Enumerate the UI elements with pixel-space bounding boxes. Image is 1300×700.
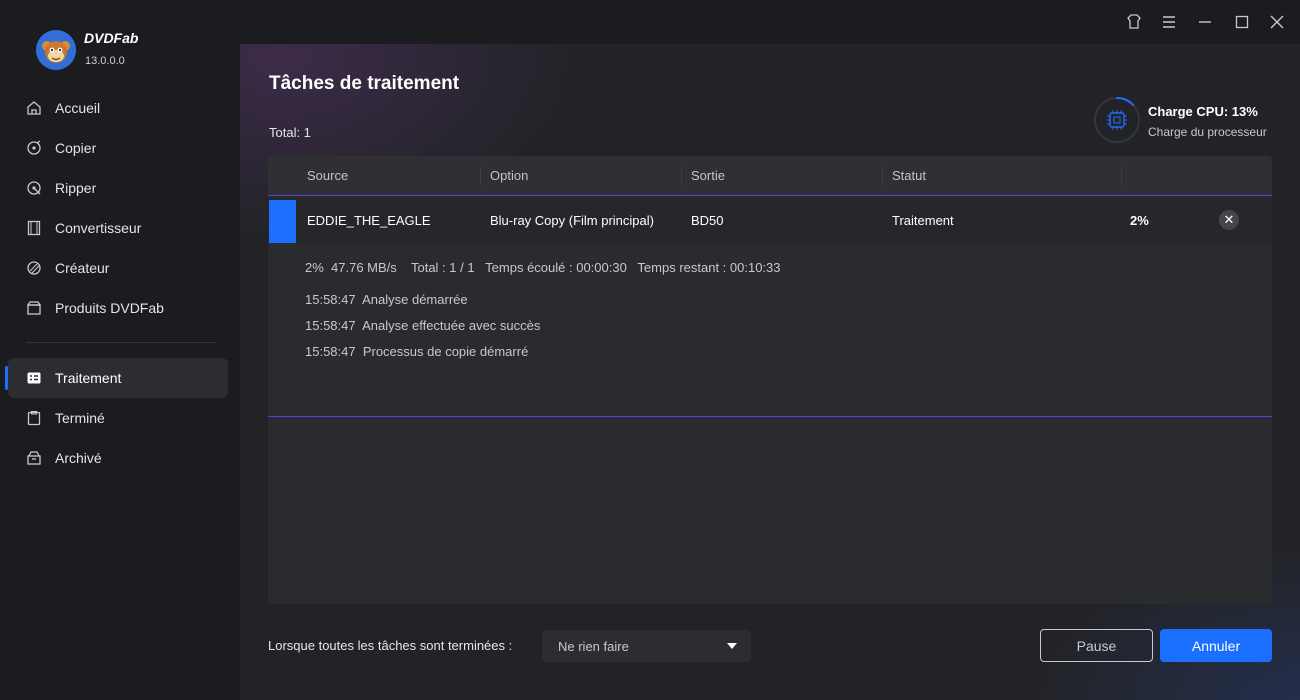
table-row[interactable]: EDDIE_THE_EAGLE Blu-ray Copy (Film princ…: [268, 197, 1272, 243]
sidebar-item-produits-dvdfab[interactable]: Produits DVDFab: [8, 288, 228, 328]
remove-task-button[interactable]: ✕: [1219, 210, 1239, 230]
row-output: BD50: [691, 213, 724, 228]
sidebar-item-label: Traitement: [55, 370, 122, 386]
minimize-icon[interactable]: [1196, 13, 1214, 31]
home-icon: [27, 101, 41, 115]
column-header-output[interactable]: Sortie: [691, 168, 725, 183]
caret-down-icon: [727, 643, 737, 649]
log-line: 15:58:47 Analyse effectuée avec succès: [305, 318, 541, 333]
column-header-status[interactable]: Statut: [892, 168, 926, 183]
task-stats: 2% 47.76 MB/s Total : 1 / 1 Temps écoulé…: [305, 260, 781, 275]
app-window: DVDFab 13.0.0.0 Accueil Copier Ripper Co…: [0, 0, 1300, 700]
ripper-icon: [27, 181, 41, 195]
done-icon: [27, 410, 41, 426]
close-x-icon: ✕: [1223, 212, 1235, 227]
sidebar-item-label: Copier: [55, 140, 97, 156]
sidebar-item-convertisseur[interactable]: Convertisseur: [8, 208, 228, 248]
skin-icon[interactable]: [1125, 13, 1143, 31]
cpu-load-label: Charge CPU: 13%: [1148, 104, 1258, 119]
column-divider: [480, 166, 481, 186]
task-total: Total: 1: [269, 125, 311, 140]
column-divider: [681, 166, 682, 186]
row-option: Blu-ray Copy (Film principal): [490, 213, 654, 228]
sidebar-item-archive[interactable]: Archivé: [8, 438, 228, 478]
page-title: Tâches de traitement: [269, 73, 460, 94]
copy-icon: [27, 140, 41, 155]
main-panel: Tâches de traitement Total: 1 Charge CPU…: [240, 44, 1300, 700]
sidebar-item-label: Créateur: [55, 260, 110, 276]
sidebar-item-label: Terminé: [55, 410, 105, 426]
cpu-load-ring: [1094, 97, 1140, 143]
sidebar-item-termine[interactable]: Terminé: [8, 398, 228, 438]
row-selection-marker: [269, 200, 296, 243]
column-divider: [1121, 166, 1122, 186]
archive-icon: [27, 451, 41, 465]
log-line: 15:58:47 Analyse démarrée: [305, 292, 468, 307]
task-details: 2% 47.76 MB/s Total : 1 / 1 Temps écoulé…: [268, 243, 1272, 417]
app-version: 13.0.0.0: [85, 55, 125, 67]
products-icon: [26, 301, 42, 315]
processing-icon: [27, 372, 41, 384]
cpu-load-subtitle: Charge du processeur: [1148, 125, 1267, 139]
task-table: Source Option Sortie Statut EDDIE_THE_EA…: [268, 156, 1272, 604]
creator-icon: [27, 261, 41, 275]
maximize-icon[interactable]: [1233, 13, 1251, 31]
sidebar-item-copier[interactable]: Copier: [8, 128, 228, 168]
sidebar-item-label: Convertisseur: [55, 220, 142, 236]
sidebar-item-label: Ripper: [55, 180, 97, 196]
table-header: Source Option Sortie Statut: [268, 156, 1272, 196]
close-icon[interactable]: [1268, 13, 1286, 31]
sidebar: DVDFab 13.0.0.0 Accueil Copier Ripper Co…: [0, 0, 240, 700]
when-done-value: Ne rien faire: [558, 639, 629, 654]
column-header-option[interactable]: Option: [490, 168, 528, 183]
dvdfab-logo: [36, 30, 76, 70]
cancel-button[interactable]: Annuler: [1160, 629, 1272, 662]
sidebar-item-accueil[interactable]: Accueil: [8, 88, 228, 128]
cpu-chip-icon: [1107, 110, 1127, 130]
log-line: 15:58:47 Processus de copie démarré: [305, 344, 529, 359]
when-done-select[interactable]: Ne rien faire: [542, 630, 751, 662]
title-bar: [240, 0, 1300, 44]
sidebar-item-ripper[interactable]: Ripper: [8, 168, 228, 208]
brand-name: DVDFab: [84, 30, 139, 46]
sidebar-item-traitement[interactable]: Traitement: [8, 358, 228, 398]
sidebar-item-createur[interactable]: Créateur: [8, 248, 228, 288]
row-progress: 2%: [1130, 213, 1149, 228]
row-source: EDDIE_THE_EAGLE: [307, 213, 431, 228]
pause-button[interactable]: Pause: [1040, 629, 1153, 662]
column-header-source[interactable]: Source: [307, 168, 348, 183]
film-icon: [27, 220, 41, 236]
menu-icon[interactable]: [1160, 13, 1178, 31]
when-done-label: Lorsque toutes les tâches sont terminées…: [268, 638, 513, 653]
sidebar-divider: [26, 342, 215, 343]
sidebar-item-label: Accueil: [55, 100, 101, 116]
row-status: Traitement: [892, 213, 954, 228]
sidebar-item-label: Produits DVDFab: [55, 300, 164, 316]
sidebar-item-label: Archivé: [55, 450, 102, 466]
column-divider: [882, 166, 883, 186]
